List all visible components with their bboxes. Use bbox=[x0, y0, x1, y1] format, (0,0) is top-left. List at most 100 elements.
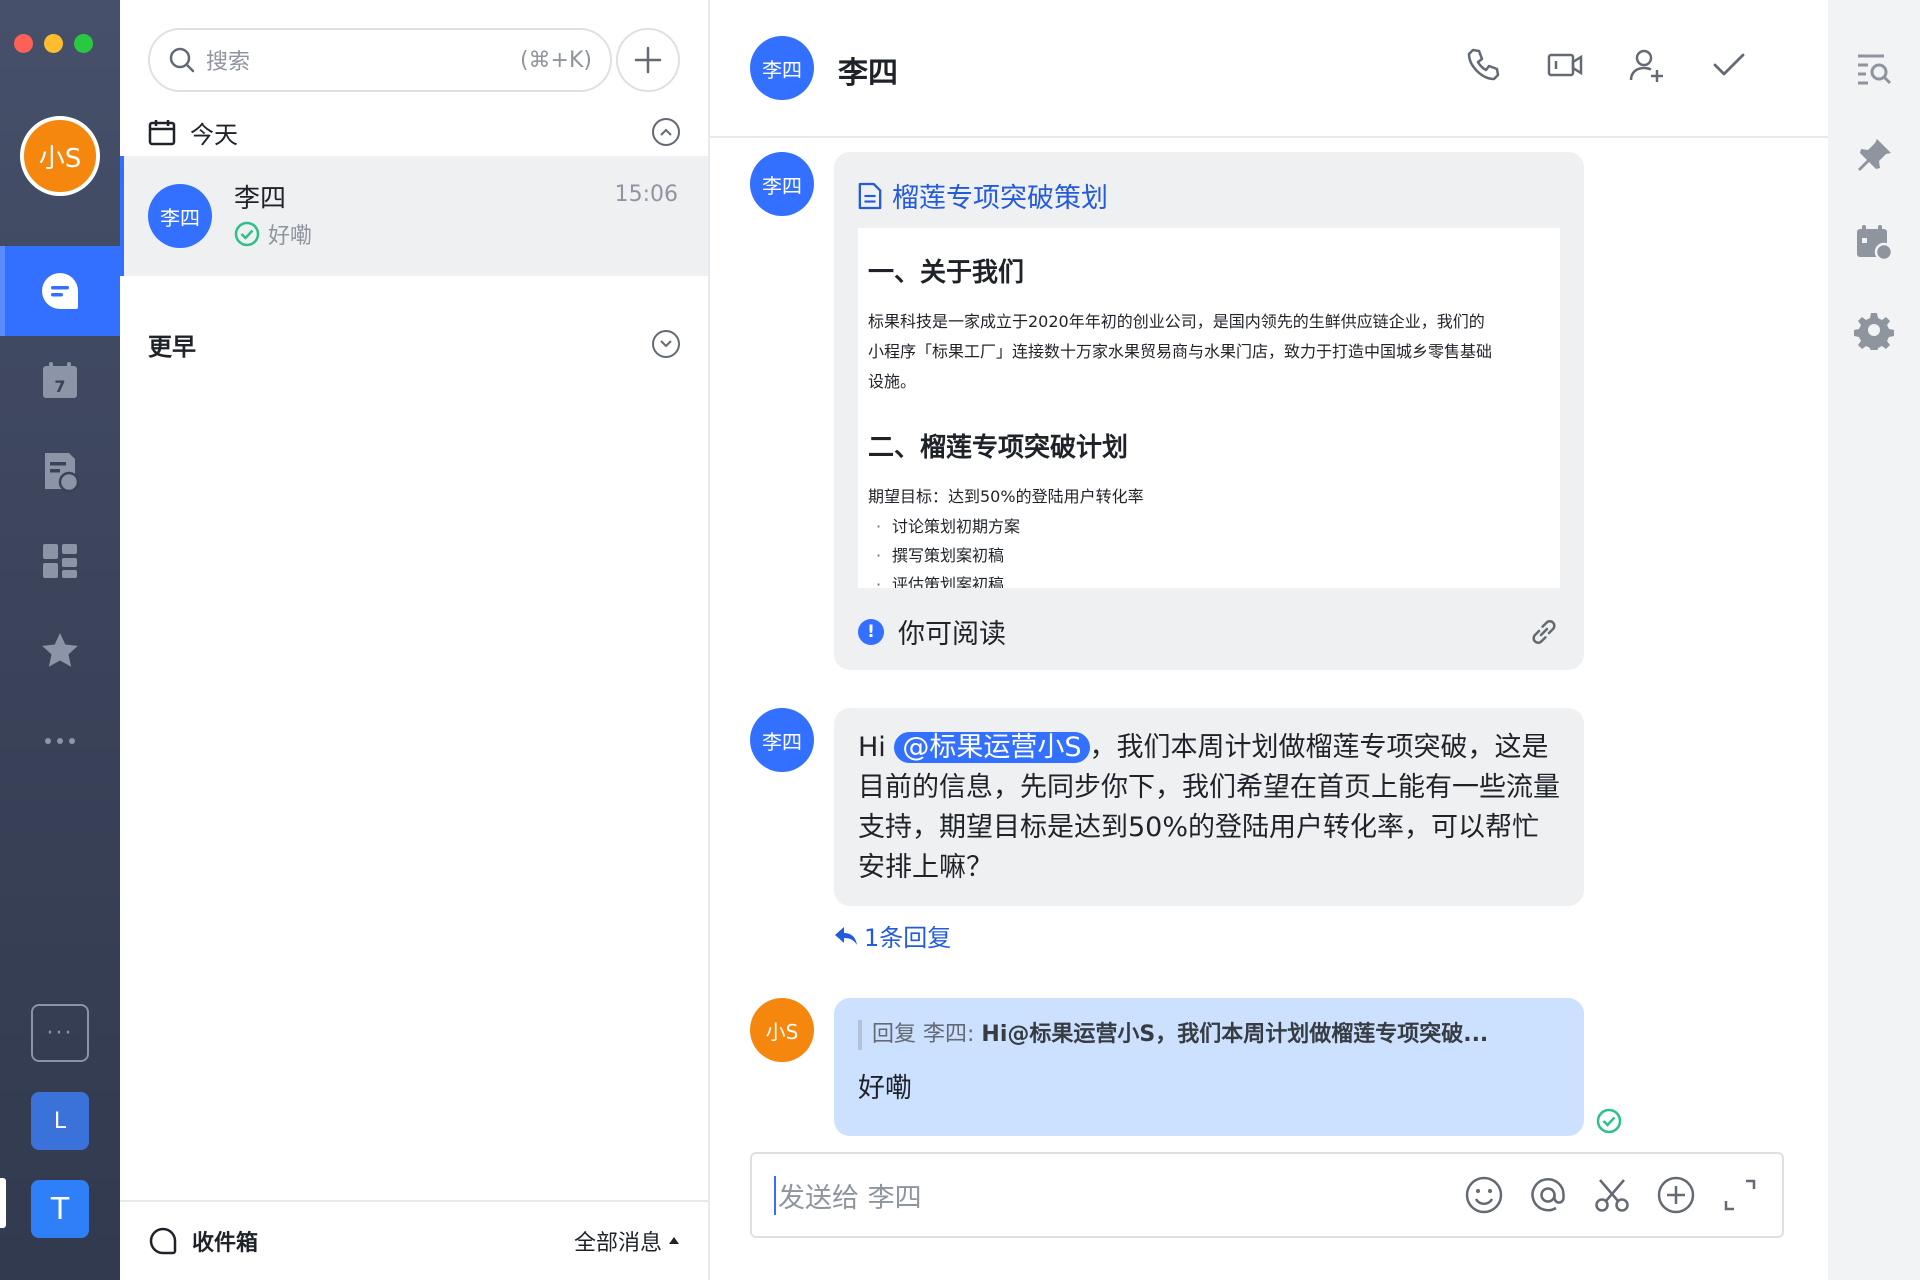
sender-avatar[interactable]: 李四 bbox=[750, 708, 814, 772]
doc-permission-text: 你可阅读 bbox=[898, 619, 1006, 650]
search-history-icon[interactable] bbox=[1854, 48, 1894, 88]
nav-rail: 小S 7 ··· L T bbox=[0, 0, 120, 1280]
reply-icon bbox=[835, 926, 857, 945]
header-toolbar bbox=[1464, 46, 1748, 84]
search-placeholder: 搜索 bbox=[206, 50, 251, 75]
conversation-time: 15:06 bbox=[614, 182, 678, 207]
doc-paragraph-line-3: 设施。 bbox=[868, 372, 917, 391]
my-avatar[interactable]: 小S bbox=[20, 116, 100, 196]
workspace-t[interactable]: T bbox=[31, 1180, 89, 1238]
conversation-name: 李四 bbox=[234, 184, 287, 214]
active-workspace-indicator bbox=[0, 1178, 6, 1228]
composer-toolbar bbox=[1464, 1175, 1760, 1215]
plus-icon bbox=[634, 46, 662, 74]
chat-header: 李四 李四 bbox=[710, 0, 1828, 138]
calendar-event-icon[interactable] bbox=[1854, 222, 1894, 262]
doc-preview[interactable]: 一、关于我们 标果科技是一家成立于2020年年初的创业公司，是国内领先的生鲜供应… bbox=[858, 228, 1560, 588]
create-button[interactable] bbox=[616, 28, 680, 92]
document-icon bbox=[858, 182, 882, 209]
quoted-message[interactable]: 回复 李四: Hi@标果运营小S，我们本周计划做榴莲专项突破... bbox=[858, 1020, 1560, 1050]
reply-count: 1条回复 bbox=[864, 924, 952, 952]
doc-title: 榴莲专项突破策划 bbox=[892, 183, 1108, 214]
doc-card[interactable]: 榴莲专项突破策划 一、关于我们 标果科技是一家成立于2020年年初的创业公司，是… bbox=[834, 152, 1584, 670]
add-attachment-icon[interactable] bbox=[1656, 1175, 1696, 1215]
chat-icon bbox=[42, 273, 78, 309]
emoji-icon[interactable] bbox=[1464, 1175, 1504, 1215]
doc-title-link[interactable]: 榴莲专项突破策划 bbox=[858, 176, 1108, 215]
nav-more[interactable] bbox=[0, 696, 120, 786]
add-member-icon[interactable] bbox=[1628, 46, 1666, 84]
section-earlier-label: 更早 bbox=[148, 332, 196, 361]
reply-thread-link[interactable]: 1条回复 bbox=[834, 918, 951, 953]
expand-icon[interactable] bbox=[1720, 1175, 1760, 1215]
doc-paragraph-line-2: 小程序「标果工厂」连接数十万家水果贸易商与水果门店，致力于打造中国城乡零售基础 bbox=[868, 342, 1493, 361]
section-earlier: 更早 bbox=[148, 324, 680, 364]
inbox-bar: 收件箱 全部消息 bbox=[120, 1200, 708, 1280]
pin-icon[interactable] bbox=[1854, 136, 1894, 176]
search-shortcut: (⌘+K) bbox=[519, 47, 592, 73]
mention-icon[interactable] bbox=[1528, 1175, 1568, 1215]
doc-bullet-list: 讨论策划初期方案 撰写策划案初稿 评估策划案初稿 bbox=[868, 512, 1552, 588]
caret-up-icon bbox=[669, 1237, 679, 1244]
scissors-icon[interactable] bbox=[1592, 1175, 1632, 1215]
conversation-list-panel: 搜索 (⌘+K) 今天 李四 李四 15:06 好嘞 更早 收件箱 全部消息 bbox=[120, 0, 710, 1280]
my-message-bubble[interactable]: 回复 李四: Hi@标果运营小S，我们本周计划做榴莲专项突破... 好嘞 bbox=[834, 998, 1584, 1136]
window-controls bbox=[14, 34, 93, 53]
settings-gear-icon[interactable] bbox=[1854, 310, 1894, 350]
phone-icon[interactable] bbox=[1464, 46, 1502, 84]
docs-icon bbox=[45, 453, 80, 493]
workspace-more-label: ··· bbox=[46, 1020, 74, 1046]
quote-prefix: 回复 李四: bbox=[872, 1022, 982, 1047]
read-receipt-icon bbox=[1596, 1108, 1622, 1134]
nav-docs[interactable] bbox=[0, 426, 120, 516]
conversation-preview-text: 好嘞 bbox=[268, 224, 313, 249]
collapse-today-button[interactable] bbox=[652, 118, 680, 146]
filter-label: 全部消息 bbox=[573, 1231, 662, 1256]
star-icon bbox=[42, 633, 78, 667]
inbox-icon bbox=[149, 1227, 177, 1255]
doc-heading-2: 二、榴莲专项突破计划 bbox=[868, 433, 1129, 463]
doc-bullet: 讨论策划初期方案 bbox=[868, 512, 1552, 541]
info-icon: ! bbox=[858, 618, 884, 645]
nav-apps[interactable] bbox=[0, 516, 120, 606]
avatar: 李四 bbox=[148, 184, 212, 248]
search-bar[interactable]: 搜索 (⌘+K) bbox=[148, 28, 612, 92]
conversation-item-lisi[interactable]: 李四 李四 15:06 好嘞 bbox=[120, 156, 708, 276]
chevron-down-icon bbox=[660, 340, 672, 348]
nav-messages[interactable] bbox=[0, 246, 120, 336]
right-tool-rail bbox=[1828, 0, 1920, 1280]
chat-panel: 李四 李四 李四 榴莲专项突破策划 一、关于我们 标果科技是一家成立于2020年… bbox=[710, 0, 1828, 1280]
more-icon bbox=[45, 738, 75, 744]
nav-favorites[interactable] bbox=[0, 606, 120, 696]
message-bubble[interactable]: Hi @标果运营小S ，我们本周计划做榴莲专项突破，这是目前的信息，先同步你下，我… bbox=[834, 708, 1584, 906]
expand-earlier-button[interactable] bbox=[652, 330, 680, 358]
search-icon bbox=[169, 47, 195, 73]
doc-bullet: 撰写策划案初稿 bbox=[868, 541, 1552, 570]
workspace-more-button[interactable]: ··· bbox=[31, 1004, 89, 1062]
close-window-button[interactable] bbox=[14, 34, 33, 53]
calendar-small-icon bbox=[148, 120, 176, 146]
nav-calendar[interactable]: 7 bbox=[0, 336, 120, 426]
inbox-label[interactable]: 收件箱 bbox=[192, 1225, 574, 1257]
my-message-avatar[interactable]: 小S bbox=[750, 998, 814, 1062]
sender-avatar[interactable]: 李四 bbox=[750, 152, 814, 216]
minimize-window-button[interactable] bbox=[44, 34, 63, 53]
maximize-window-button[interactable] bbox=[74, 34, 93, 53]
mention-chip[interactable]: @标果运营小S bbox=[894, 732, 1090, 763]
my-message-text: 好嘞 bbox=[858, 1073, 912, 1104]
doc-goal: 期望目标：达到50%的登陆用户转化率 bbox=[868, 487, 1144, 506]
link-icon[interactable] bbox=[1528, 616, 1560, 648]
workspace-t-label: T bbox=[50, 1191, 70, 1227]
done-check-icon[interactable] bbox=[1710, 46, 1748, 84]
message-filter-dropdown[interactable]: 全部消息 bbox=[574, 1225, 680, 1257]
calendar-icon: 7 bbox=[43, 362, 77, 398]
message-prefix: Hi bbox=[858, 732, 895, 763]
video-call-icon[interactable] bbox=[1546, 46, 1584, 84]
read-check-icon bbox=[234, 221, 260, 247]
message-composer[interactable]: 发送给 李四 bbox=[750, 1152, 1784, 1238]
chevron-up-icon bbox=[660, 128, 672, 136]
composer-placeholder[interactable]: 发送给 李四 bbox=[774, 1175, 1464, 1215]
workspace-l[interactable]: L bbox=[31, 1092, 89, 1150]
chat-avatar[interactable]: 李四 bbox=[750, 36, 814, 100]
apps-icon bbox=[43, 544, 77, 578]
